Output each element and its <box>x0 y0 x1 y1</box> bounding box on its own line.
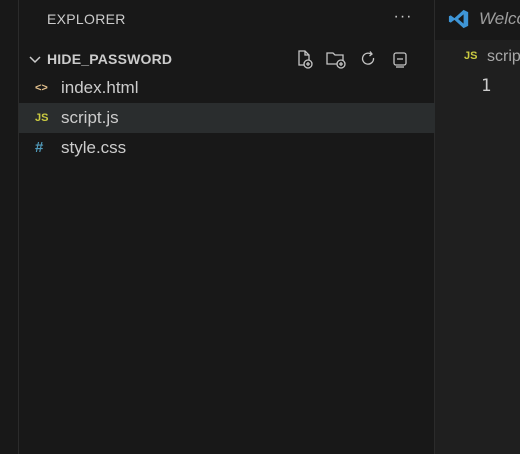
css-file-icon: # <box>35 139 44 156</box>
html-file-icon: <> <box>35 82 48 94</box>
file-row-style-css[interactable]: # style.css <box>19 133 435 163</box>
new-file-icon[interactable] <box>293 48 315 70</box>
file-row-script-js[interactable]: JS script.js <box>19 103 435 133</box>
more-actions-icon[interactable]: ··· <box>391 6 415 30</box>
activity-bar <box>0 0 19 454</box>
folder-actions <box>293 48 411 70</box>
editor-area: Welcome JS script.js 1 <box>435 0 520 454</box>
tab-label: Welcome <box>479 9 520 28</box>
file-row-index-html[interactable]: <> index.html <box>19 73 435 103</box>
line-number: 1 <box>481 76 492 96</box>
explorer-header: EXPLORER ··· <box>19 0 435 36</box>
chevron-down-icon[interactable] <box>27 51 43 67</box>
explorer-title: EXPLORER <box>47 11 126 27</box>
js-file-icon: JS <box>464 50 478 62</box>
file-label: index.html <box>61 78 139 97</box>
vscode-logo-icon <box>448 9 469 29</box>
tab-bar: Welcome <box>435 0 520 40</box>
refresh-icon[interactable] <box>357 48 379 70</box>
folder-header[interactable]: HIDE_PASSWORD <box>19 46 435 72</box>
file-label: script.js <box>61 108 119 127</box>
file-label: style.css <box>61 138 127 157</box>
new-folder-icon[interactable] <box>325 48 347 70</box>
breadcrumb-file[interactable]: script.js <box>487 48 520 66</box>
explorer-sidebar: EXPLORER ··· HIDE_PASSWORD <> index.html… <box>19 0 435 454</box>
folder-name: HIDE_PASSWORD <box>47 51 173 67</box>
tab-welcome[interactable]: Welcome <box>435 0 520 40</box>
breadcrumb[interactable]: JS script.js <box>435 42 520 72</box>
file-tree: <> index.html JS script.js # style.css <box>19 73 435 163</box>
js-file-icon: JS <box>35 112 49 124</box>
collapse-all-icon[interactable] <box>389 48 411 70</box>
